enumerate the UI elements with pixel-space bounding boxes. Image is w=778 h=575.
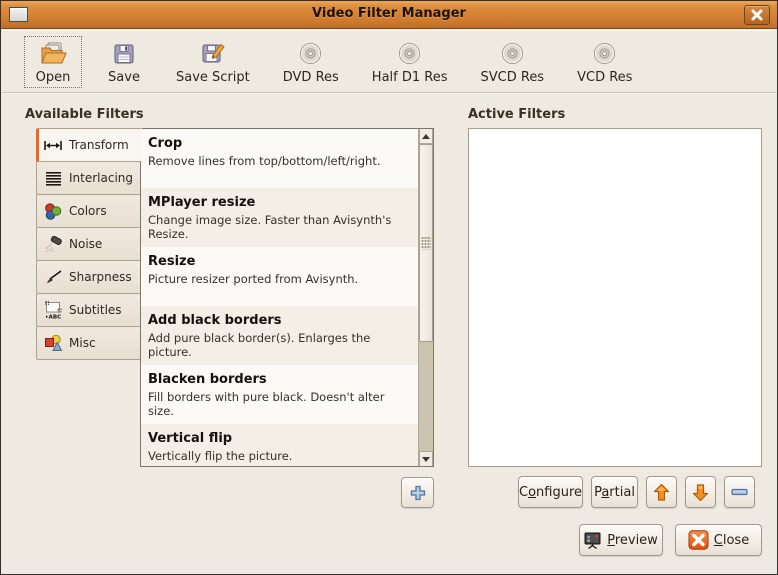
filter-name: Blacken borders — [148, 372, 267, 387]
tab-transform[interactable]: Transform — [36, 128, 142, 162]
interlacing-icon — [43, 169, 63, 187]
toolbar-open-button[interactable]: Open — [24, 35, 82, 88]
available-filters-list: Crop Remove lines from top/bottom/left/r… — [140, 128, 434, 467]
list-item-crop[interactable]: Crop Remove lines from top/bottom/left/r… — [141, 129, 418, 188]
filter-name: Add black borders — [148, 313, 282, 328]
tab-interlacing-label: Interlacing — [69, 171, 134, 185]
active-filters-list[interactable] — [468, 128, 762, 467]
tab-noise-label: Noise — [69, 237, 103, 251]
tab-sharpness[interactable]: Sharpness — [36, 260, 141, 294]
configure-label: Configure — [518, 484, 583, 500]
tab-interlacing[interactable]: Interlacing — [36, 161, 141, 195]
toolbar-open-label: Open — [35, 69, 71, 85]
close-window-button[interactable] — [744, 5, 770, 25]
disc-icon — [593, 40, 616, 68]
filter-category-tabs: Transform Interlacing Colors Noise Sharp… — [36, 128, 142, 360]
toolbar-dvd-res-button[interactable]: DVD Res — [273, 36, 349, 88]
toolbar-half-d1-res-button[interactable]: Half D1 Res — [362, 36, 458, 88]
list-item-vertical-flip[interactable]: Vertical flip Vertically flip the pictur… — [141, 424, 418, 466]
close-x-icon — [688, 530, 709, 550]
toolbar-half-d1-res-label: Half D1 Res — [371, 69, 448, 85]
list-item-blacken-borders[interactable]: Blacken borders Fill borders with pure b… — [141, 365, 418, 424]
toolbar-dvd-res-label: DVD Res — [282, 69, 339, 85]
list-item-add-black-borders[interactable]: Add black borders Add pure black border(… — [141, 306, 418, 365]
scrollbar-grip-icon — [421, 236, 431, 250]
toolbar-save-button[interactable]: Save — [95, 36, 153, 88]
tab-subtitles[interactable]: ABC Subtitles — [36, 293, 141, 327]
active-filters-heading: Active Filters — [468, 107, 566, 122]
window-title: Video Filter Manager — [312, 6, 466, 21]
move-down-button[interactable] — [685, 476, 716, 508]
filter-desc: Change image size. Faster than Avisynth'… — [148, 213, 392, 241]
sharpness-icon — [43, 268, 63, 286]
filter-desc: Vertically flip the picture. — [148, 449, 293, 463]
scrollbar-thumb[interactable] — [419, 144, 433, 342]
filter-desc: Add pure black border(s). Enlarges the p… — [148, 331, 371, 359]
list-item-resize[interactable]: Resize Picture resizer ported from Avisy… — [141, 247, 418, 306]
tab-transform-label: Transform — [69, 138, 129, 152]
tab-colors-label: Colors — [69, 204, 107, 218]
filter-name: Vertical flip — [148, 431, 233, 446]
toolbar-save-script-button[interactable]: Save Script — [166, 36, 260, 88]
plus-icon — [410, 485, 425, 500]
tab-misc-label: Misc — [69, 336, 96, 350]
add-filter-button[interactable] — [401, 477, 434, 508]
filter-desc: Fill borders with pure black. Doesn't al… — [148, 390, 385, 418]
down-triangle-icon — [422, 456, 430, 462]
toolbar-vcd-res-label: VCD Res — [577, 69, 633, 85]
toolbar: Open Save Save Script DVD Res Half D1 Re… — [2, 30, 776, 93]
toolbar-svcd-res-button[interactable]: SVCD Res — [471, 36, 555, 88]
remove-filter-button[interactable] — [724, 476, 755, 508]
partial-label: Partial — [594, 484, 635, 500]
close-button[interactable]: Close — [675, 524, 762, 556]
filter-list-scrollbar[interactable] — [418, 129, 433, 466]
subtitles-icon: ABC — [43, 301, 63, 319]
up-triangle-icon — [422, 133, 430, 139]
partial-button[interactable]: Partial — [591, 476, 638, 508]
down-arrow-icon — [692, 483, 709, 501]
close-x-icon — [751, 9, 763, 21]
close-label: Close — [713, 532, 750, 548]
misc-icon — [43, 334, 63, 352]
scroll-up-button[interactable] — [419, 129, 433, 144]
tab-sharpness-label: Sharpness — [69, 270, 132, 284]
scroll-down-button[interactable] — [419, 451, 433, 466]
filter-name: Resize — [148, 254, 196, 269]
tab-colors[interactable]: Colors — [36, 194, 141, 228]
toolbar-save-label: Save — [108, 69, 140, 85]
colors-icon — [43, 202, 63, 220]
configure-button[interactable]: Configure — [518, 476, 583, 508]
disc-icon — [398, 40, 421, 68]
list-item-mplayer-resize[interactable]: MPlayer resize Change image size. Faster… — [141, 188, 418, 247]
tab-misc[interactable]: Misc — [36, 326, 141, 360]
available-filters-heading: Available Filters — [25, 107, 144, 122]
open-folder-icon — [38, 40, 68, 68]
preview-button[interactable]: Preview — [579, 524, 663, 556]
up-arrow-icon — [653, 483, 670, 501]
filter-name: Crop — [148, 136, 183, 151]
minus-icon — [731, 488, 748, 496]
toolbar-save-script-label: Save Script — [176, 69, 250, 85]
filter-rows: Crop Remove lines from top/bottom/left/r… — [141, 129, 418, 466]
transform-icon — [43, 136, 63, 154]
disc-icon — [501, 40, 524, 68]
disc-icon — [299, 40, 322, 68]
video-filter-manager-window: Video Filter Manager Open Save Save Scri… — [0, 0, 778, 575]
filter-desc: Remove lines from top/bottom/left/right. — [148, 154, 381, 168]
move-up-button[interactable] — [646, 476, 677, 508]
tab-subtitles-label: Subtitles — [69, 303, 122, 317]
titlebar[interactable]: Video Filter Manager — [1, 1, 777, 29]
filter-desc: Picture resizer ported from Avisynth. — [148, 272, 359, 286]
svg-text:ABC: ABC — [48, 314, 61, 319]
projector-screen-icon — [584, 532, 601, 549]
filter-name: MPlayer resize — [148, 195, 256, 210]
tab-noise[interactable]: Noise — [36, 227, 141, 261]
toolbar-vcd-res-button[interactable]: VCD Res — [567, 36, 642, 88]
floppy-pencil-icon — [201, 40, 225, 68]
scrollbar-track[interactable] — [419, 342, 433, 451]
preview-label: Preview — [607, 532, 658, 548]
noise-icon — [43, 235, 63, 253]
toolbar-svcd-res-label: SVCD Res — [480, 69, 545, 85]
floppy-disk-icon — [113, 40, 135, 68]
